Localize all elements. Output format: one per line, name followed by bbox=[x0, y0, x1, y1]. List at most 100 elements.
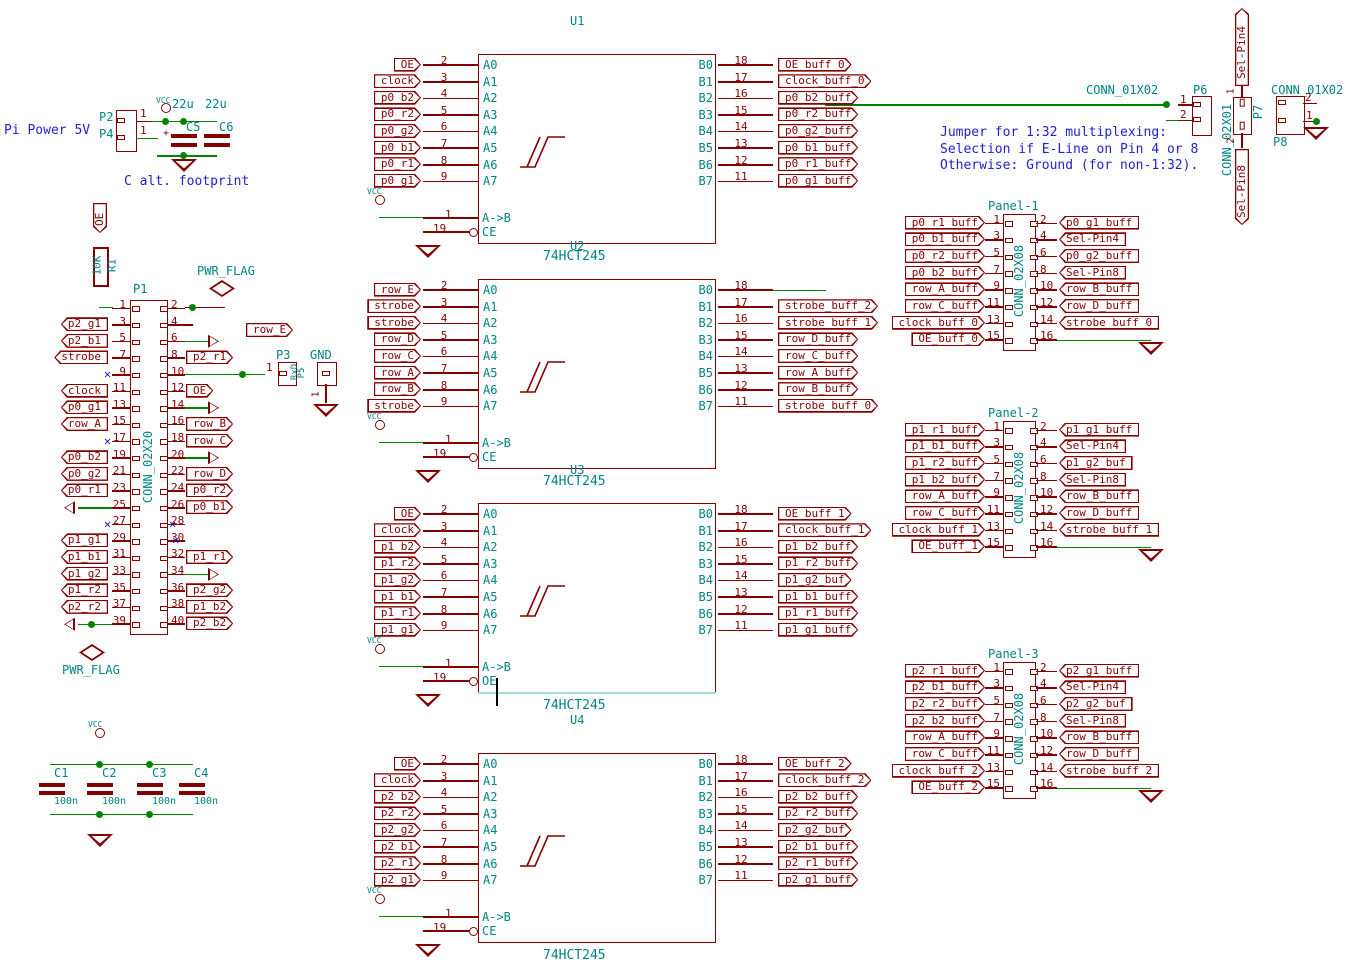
net-label[interactable]: row_A bbox=[61, 417, 108, 431]
net-label[interactable]: p2_g1 bbox=[374, 873, 421, 887]
net-label[interactable]: p2_g2 bbox=[374, 823, 421, 837]
net-label[interactable]: strobe_buff_1 bbox=[778, 316, 878, 330]
net-label[interactable]: OE_buff_2 bbox=[778, 757, 852, 771]
net-label[interactable]: p1_b2 bbox=[374, 540, 421, 554]
net-label[interactable]: row_C bbox=[374, 349, 421, 363]
net-label[interactable]: p2_r1 bbox=[186, 350, 233, 364]
net-label[interactable]: OE bbox=[394, 58, 421, 72]
net-label[interactable]: p1_b2 bbox=[186, 600, 233, 614]
net-label[interactable]: clock_buff_1 bbox=[778, 523, 871, 537]
net-label[interactable]: row_A_buff bbox=[905, 489, 985, 503]
net-label[interactable]: clock bbox=[374, 523, 421, 537]
net-label[interactable]: p0_r1 bbox=[374, 157, 421, 171]
cap-plate[interactable] bbox=[171, 134, 197, 138]
net-label[interactable]: row_A_buff bbox=[905, 730, 985, 744]
panel-3[interactable]: Panel-3 CONN_02X08 p2_r1_buff 1 2 p2_g1_… bbox=[880, 648, 1180, 818]
net-label[interactable]: Sel-Pin8 bbox=[1059, 473, 1126, 487]
net-label[interactable]: p1_b2_buff bbox=[905, 473, 985, 487]
net-label[interactable]: row_C_buff bbox=[778, 349, 858, 363]
net-label[interactable]: strobe_buff_0 bbox=[1059, 316, 1159, 330]
net-label[interactable]: p2_b2 bbox=[186, 616, 233, 630]
net-label[interactable]: strobe bbox=[54, 350, 108, 364]
net-label[interactable]: p0_g2 bbox=[61, 467, 108, 481]
cap-plate[interactable] bbox=[171, 143, 197, 147]
net-label[interactable]: OE_buff_1 bbox=[911, 539, 985, 553]
net-label[interactable]: p1_b1 bbox=[374, 590, 421, 604]
net-label[interactable]: p1_r1_buff bbox=[778, 606, 858, 620]
net-label[interactable]: Sel-Pin8 bbox=[1059, 714, 1126, 728]
net-label[interactable]: row_B bbox=[186, 417, 233, 431]
net-label[interactable]: p2_r1_buff bbox=[905, 664, 985, 678]
net-label[interactable]: row_B_buff bbox=[1059, 489, 1139, 503]
net-label[interactable]: p0_r1 bbox=[61, 483, 108, 497]
net-label[interactable]: p2_b2_buff bbox=[905, 714, 985, 728]
net-label[interactable]: row_C bbox=[186, 434, 233, 448]
net-label[interactable]: p0_r2_buff bbox=[778, 107, 858, 121]
net-label[interactable]: row_A bbox=[374, 366, 421, 380]
cap-plate[interactable] bbox=[204, 134, 230, 138]
net-label[interactable]: p1_g2_buf bbox=[778, 573, 852, 587]
net-label[interactable]: row_D_buff bbox=[1059, 299, 1139, 313]
net-label[interactable]: OE bbox=[394, 507, 421, 521]
net-label-oe-vertical[interactable]: OE bbox=[93, 203, 107, 233]
net-label[interactable]: row_D_buff bbox=[1059, 747, 1139, 761]
net-label[interactable]: clock_buff_2 bbox=[892, 764, 985, 778]
net-label[interactable]: p2_g2_buf bbox=[1059, 697, 1133, 711]
net-label[interactable]: p1_r1 bbox=[374, 606, 421, 620]
p2p4-connector-symbol[interactable] bbox=[116, 110, 137, 152]
net-label[interactable]: p0_g1_buff bbox=[1059, 216, 1139, 230]
net-label[interactable]: OE_buff_2 bbox=[911, 780, 985, 794]
net-label[interactable]: p0_g1_buff bbox=[778, 174, 858, 188]
net-label[interactable]: p1_g1_buff bbox=[778, 623, 858, 637]
net-label[interactable]: p2_r1 bbox=[374, 856, 421, 870]
net-label[interactable]: p0_g2_buff bbox=[1059, 249, 1139, 263]
net-label[interactable]: p0_b2_buff bbox=[905, 266, 985, 280]
net-label[interactable]: p0_b1 bbox=[186, 500, 233, 514]
net-label[interactable]: p0_r1_buff bbox=[905, 216, 985, 230]
net-label[interactable]: row_D_buff bbox=[778, 332, 858, 346]
net-label[interactable]: p2_r1_buff bbox=[778, 856, 858, 870]
panel-1[interactable]: Panel-1 CONN_02X08 p0_r1_buff 1 2 p0_g1_… bbox=[880, 200, 1180, 370]
ic-u4[interactable]: U4 74HCT245 OE 2 A0 B0 18 OE_buff_2 cloc… bbox=[365, 712, 765, 969]
net-label[interactable]: p1_b2_buff bbox=[778, 540, 858, 554]
net-label[interactable]: p1_r1_buff bbox=[905, 423, 985, 437]
net-label[interactable]: p2_g1 bbox=[61, 317, 108, 331]
net-label[interactable]: p1_r2 bbox=[374, 556, 421, 570]
net-label[interactable]: Sel-Pin4 bbox=[1059, 232, 1126, 246]
net-label[interactable]: p2_g1_buff bbox=[1059, 664, 1139, 678]
cap-plate[interactable] bbox=[204, 143, 230, 147]
net-label[interactable]: row_A_buff bbox=[905, 282, 985, 296]
net-label[interactable]: p1_b1_buff bbox=[778, 590, 858, 604]
net-label[interactable]: p0_b2_buff bbox=[778, 91, 858, 105]
net-label[interactable]: strobe bbox=[367, 399, 421, 413]
net-label-sel-pin8[interactable]: Sel-Pin8 bbox=[1235, 149, 1249, 225]
net-label-row-e[interactable]: row_E bbox=[246, 323, 293, 337]
net-label[interactable]: row_C_buff bbox=[905, 506, 985, 520]
net-label[interactable]: p0_b2 bbox=[374, 91, 421, 105]
net-label[interactable]: clock bbox=[61, 384, 108, 398]
net-label[interactable]: strobe bbox=[367, 299, 421, 313]
net-label[interactable]: p2_g2 bbox=[186, 583, 233, 597]
net-label[interactable]: clock_buff_0 bbox=[892, 316, 985, 330]
net-label[interactable]: row_D bbox=[186, 467, 233, 481]
net-label[interactable]: p1_g2 bbox=[374, 573, 421, 587]
net-label[interactable]: p0_r2 bbox=[186, 483, 233, 497]
net-label[interactable]: p0_b1 bbox=[374, 141, 421, 155]
net-label[interactable]: p0_g1 bbox=[374, 174, 421, 188]
net-label[interactable]: p0_g2 bbox=[374, 124, 421, 138]
net-label[interactable]: strobe bbox=[367, 316, 421, 330]
net-label[interactable]: p0_r2_buff bbox=[905, 249, 985, 263]
net-label[interactable]: Sel-Pin4 bbox=[1059, 680, 1126, 694]
net-label[interactable]: p0_r2 bbox=[374, 107, 421, 121]
net-label[interactable]: strobe_buff_0 bbox=[778, 399, 878, 413]
net-label[interactable]: p0_b1_buff bbox=[905, 232, 985, 246]
net-label[interactable]: OE_buff_0 bbox=[911, 332, 985, 346]
net-label[interactable]: row_C_buff bbox=[905, 747, 985, 761]
net-label[interactable]: p1_g2 bbox=[61, 567, 108, 581]
net-label[interactable]: strobe_buff_2 bbox=[1059, 764, 1159, 778]
net-label[interactable]: p2_r2 bbox=[61, 600, 108, 614]
net-label[interactable]: strobe_buff_2 bbox=[778, 299, 878, 313]
net-label[interactable]: row_D_buff bbox=[1059, 506, 1139, 520]
net-label[interactable]: p1_g1_buff bbox=[1059, 423, 1139, 437]
net-label[interactable]: p0_g2_buff bbox=[778, 124, 858, 138]
